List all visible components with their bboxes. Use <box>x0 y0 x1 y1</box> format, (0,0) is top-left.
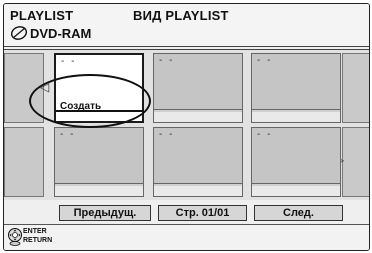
next-page-tile-top <box>342 53 369 123</box>
prev-page-tile-bottom <box>4 127 44 197</box>
thumbnail-slot[interactable]: - - <box>54 127 144 197</box>
thumbnail-dash: - - <box>159 55 175 66</box>
disc-indicator: DVD-RAM <box>10 25 91 41</box>
thumbnail-dash: - - <box>159 129 175 140</box>
thumbnail-footer <box>154 186 242 196</box>
playlist-screen: PLAYLIST ВИД PLAYLIST DVD-RAM ◁ ▷ - - Со… <box>3 3 370 251</box>
remote-navigation-icon <box>8 228 22 246</box>
thumbnail-footer <box>252 112 340 122</box>
thumbnail-dash: - - <box>60 129 76 140</box>
thumbnail-footer <box>252 186 340 196</box>
thumbnail-slot[interactable]: - - <box>251 127 341 197</box>
previous-page-button[interactable]: Предыдущ. <box>59 205 151 221</box>
page-navigation: Предыдущ. Стр. 01/01 След. <box>4 201 369 223</box>
return-label: RETURN <box>23 237 53 244</box>
thumbnail-footer <box>154 112 242 122</box>
thumbnail-dash: - - <box>61 56 77 67</box>
disc-type-label: DVD-RAM <box>30 25 92 41</box>
left-arrow-icon[interactable]: ◁ <box>40 80 49 94</box>
next-page-tile-bottom <box>342 127 369 197</box>
thumbnail-grid: ◁ ▷ - - Создать - - - - - - - - <box>4 50 369 200</box>
prev-page-tile-top <box>4 53 44 123</box>
dvd-ram-disc-icon <box>10 26 28 40</box>
thumbnail-create[interactable]: - - Создать <box>54 53 144 123</box>
header: PLAYLIST ВИД PLAYLIST DVD-RAM <box>4 4 369 46</box>
mode-label: PLAYLIST <box>10 8 74 23</box>
thumbnail-slot[interactable]: - - <box>153 127 243 197</box>
thumbnail-dash: - - <box>257 129 273 140</box>
thumbnail-footer <box>56 110 142 121</box>
thumbnail-slot[interactable]: - - <box>251 53 341 123</box>
header-divider <box>4 46 369 47</box>
page-indicator: Стр. 01/01 <box>158 205 247 221</box>
button-legend: ENTER RETURN <box>4 224 369 250</box>
thumbnail-slot[interactable]: - - <box>153 53 243 123</box>
thumbnail-dash: - - <box>257 55 273 66</box>
page-title: ВИД PLAYLIST <box>133 8 229 23</box>
next-page-button[interactable]: След. <box>254 205 343 221</box>
thumbnail-footer <box>55 186 143 196</box>
enter-label: ENTER <box>23 228 47 235</box>
